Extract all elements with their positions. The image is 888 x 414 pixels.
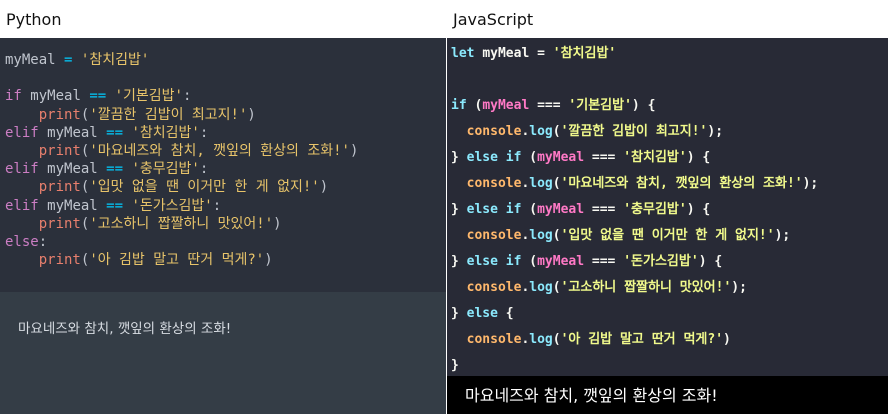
code-line: let myMeal = '참치김밥' — [451, 46, 617, 61]
code-line: console.log('마요네즈와 참치, 깻잎의 환상의 조화!'); — [466, 176, 819, 191]
javascript-code-editor[interactable]: let myMeal = '참치김밥' if (myMeal === '기본김밥… — [447, 38, 888, 376]
python-output-text: 마요네즈와 참치, 깻잎의 환상의 조화! — [18, 321, 232, 337]
code-line: } else if (myMeal === '참치김밥') { — [451, 150, 711, 165]
code-line: } else { — [451, 306, 514, 321]
javascript-output-text: 마요네즈와 참치, 깻잎의 환상의 조화! — [465, 386, 718, 405]
code-line: console.log('고소하니 짭짤하니 맛있어!'); — [466, 280, 747, 295]
code-line: print('고소하니 짭짤하니 맛있어!') — [38, 215, 282, 232]
javascript-panel: JavaScript let myMeal = '참치김밥' if (myMea… — [447, 0, 888, 414]
code-line: myMeal = '참치김밥' — [5, 52, 150, 68]
code-line: elif myMeal == '충무김밥': — [5, 161, 209, 178]
code-line: elif myMeal == '돈가스김밥': — [5, 197, 222, 214]
code-line: print('아 김밥 말고 딴거 먹게?') — [38, 252, 273, 269]
code-line: } — [451, 358, 459, 373]
code-line: console.log('입맛 없을 땐 이거만 한 게 없지!'); — [466, 228, 791, 243]
code-line: if myMeal == '기본김밥': — [5, 88, 192, 105]
javascript-panel-title: JavaScript — [447, 0, 888, 38]
code-line: console.log('깔끔한 김밥이 최고지!'); — [466, 124, 724, 139]
python-output-console: 마요네즈와 참치, 깻잎의 환상의 조화! — [0, 292, 446, 414]
code-line: elif myMeal == '참치김밥': — [5, 124, 209, 141]
python-code-editor[interactable]: myMeal = '참치김밥' if myMeal == '기본김밥': pri… — [0, 38, 446, 292]
code-line: if (myMeal === '기본김밥') { — [451, 98, 656, 113]
python-panel-title: Python — [0, 0, 446, 38]
code-line: else: — [5, 234, 48, 251]
code-line: } else if (myMeal === '돈가스김밥') { — [451, 254, 723, 269]
code-line: console.log('아 김밥 말고 딴거 먹게?') — [466, 332, 731, 347]
code-line: print('깔끔한 김밥이 최고지!') — [38, 106, 256, 123]
python-panel: Python myMeal = '참치김밥' if myMeal == '기본김… — [0, 0, 446, 414]
code-line: } else if (myMeal === '충무김밥') { — [451, 202, 711, 217]
code-line: print('입맛 없을 땐 이거만 한 게 없지!') — [38, 179, 329, 196]
code-line: print('마요네즈와 참치, 깻잎의 환상의 조화!') — [38, 143, 359, 160]
javascript-output-console: 마요네즈와 참치, 깻잎의 환상의 조화! — [447, 376, 888, 414]
